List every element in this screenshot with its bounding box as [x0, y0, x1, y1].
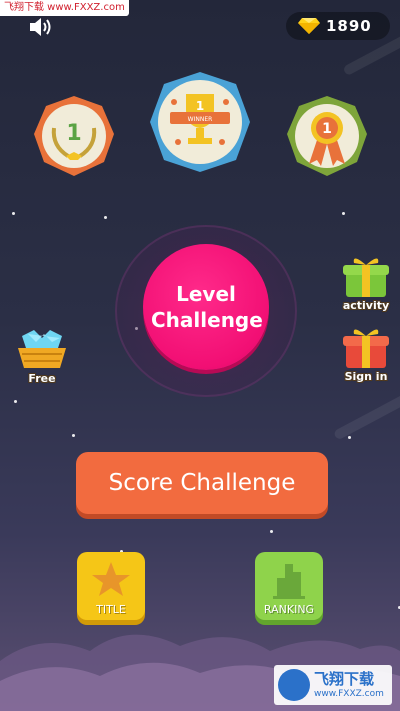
diamond-icon [298, 18, 320, 34]
sign-in-label: Sign in [344, 370, 388, 383]
title-button[interactable]: TITLE [77, 552, 145, 620]
watermark-logo: 飞翔下载 www.FXXZ.com [274, 665, 392, 705]
star-dot [12, 212, 15, 215]
ranking-label: RANKING [263, 603, 315, 616]
watermark-url: www.FXXZ.com [314, 689, 384, 699]
sign-in-button[interactable]: Sign in [338, 326, 394, 388]
gem-counter[interactable]: 1890 [286, 12, 390, 40]
score-challenge-button[interactable]: Score Challenge [76, 452, 328, 514]
title-label: TITLE [96, 603, 126, 616]
activity-button[interactable]: activity [338, 255, 394, 317]
ranking-button[interactable]: RANKING [255, 552, 323, 620]
level-challenge-button[interactable]: Level Challenge [143, 244, 269, 370]
gift-box-icon [343, 329, 389, 368]
streak-decoration [332, 389, 400, 441]
star-icon [92, 562, 130, 596]
score-challenge-label: Score Challenge [108, 470, 296, 496]
star-dot [14, 400, 17, 403]
medal-number: 1 [322, 121, 332, 137]
winner-ribbon-text: WINNER [188, 116, 213, 123]
gift-box-icon [343, 258, 389, 297]
watermark-name: 飞翔下载 [314, 670, 375, 688]
activity-label: activity [342, 299, 390, 312]
star-dot [270, 530, 273, 533]
star-dot [348, 436, 351, 439]
gem-basket-icon [18, 330, 66, 368]
speaker-icon[interactable] [28, 16, 54, 38]
level-challenge-label: Level Challenge [151, 282, 263, 332]
star-dot [342, 212, 345, 215]
gem-count: 1890 [326, 17, 372, 35]
watermark-icon [278, 669, 310, 701]
star-dot [104, 216, 107, 219]
trophy-medal-icon[interactable]: 1 WINNER [148, 70, 252, 174]
laurel-medal-icon[interactable]: 1 [32, 94, 116, 178]
medal-number: 1 [66, 121, 81, 146]
watermark-text: 飞翔下载 www.FXXZ.com [0, 0, 129, 16]
rosette-medal-icon[interactable]: 1 [285, 94, 369, 178]
star-dot [72, 434, 75, 437]
bar-chart-icon [273, 564, 305, 599]
free-label: Free [28, 372, 56, 385]
medal-number: 1 [196, 99, 204, 113]
free-button[interactable]: Free [14, 328, 70, 388]
